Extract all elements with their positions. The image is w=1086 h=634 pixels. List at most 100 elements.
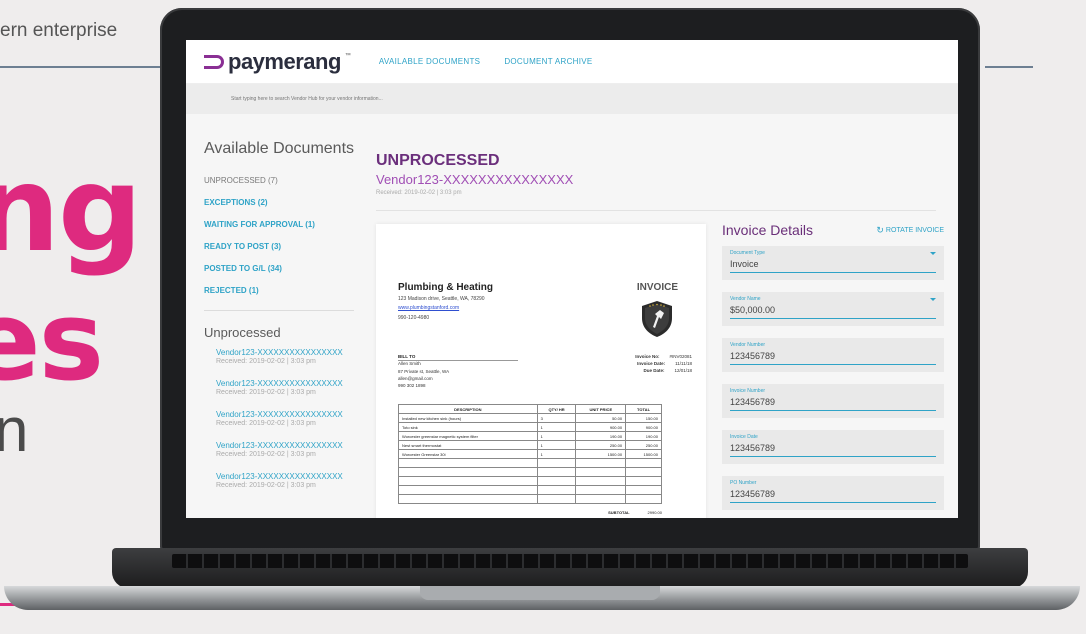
table-cell: 50.00 [575,413,627,423]
sidebar-item-exceptions[interactable]: EXCEPTIONS (2) [204,192,354,214]
meta-label: Due Date: [643,368,665,373]
table-cell: 900.00 [625,422,662,432]
top-nav: AVAILABLE DOCUMENTS DOCUMENT ARCHIVE [379,57,593,66]
vendor-name: Vendor123-XXXXXXXXXXXXXXXX [216,441,343,450]
meta-value: #INV02081 [669,354,692,359]
page-title: UNPROCESSED [376,152,500,169]
field-label: Vendor Number [730,342,766,348]
invoice-company-phone: 990-120-4980 [398,315,430,321]
paymerang-logo-icon [204,54,224,69]
table-row-empty [398,476,662,486]
field-value: 123456789 [730,443,936,457]
document-type-select[interactable]: Document Type Invoice [722,246,944,280]
vendor-name: Vendor123-XXXXXXXXXXXXXXXX [216,379,343,388]
sidebar-item-unprocessed[interactable]: UNPROCESSED (7) [204,170,354,192]
background-headline-line1: ng [0,140,142,278]
invoice-date-field[interactable]: Invoice Date 123456789 [722,430,944,464]
table-cell: 1 [536,449,577,459]
nav-document-archive[interactable]: DOCUMENT ARCHIVE [504,57,592,66]
laptop-screen: paymerang ™ AVAILABLE DOCUMENTS DOCUMENT… [186,40,958,518]
table-cell: Worcester Greenstar 30i [398,449,538,459]
nav-available-documents[interactable]: AVAILABLE DOCUMENTS [379,57,480,66]
list-item[interactable]: Vendor123-XXXXXXXXXXXXXXXX Received: 201… [216,348,354,365]
vendor-name: Vendor123-XXXXXXXXXXXXXXXX [216,410,343,419]
table-cell: Installed new kitchen sink (hours) [398,413,538,423]
table-cell: 3 [536,413,577,423]
table-row: Installed new kitchen sink (hours) 3 50.… [398,413,662,423]
table-cell: 1 [536,440,577,450]
sidebar-item-rejected[interactable]: REJECTED (1) [204,280,354,302]
invoice-details-title: Invoice Details [722,222,814,238]
sidebar-item-ready-to-post[interactable]: READY TO POST (3) [204,236,354,258]
column-header: UNIT PRICE [575,404,627,414]
logo-text: paymerang [228,48,341,74]
field-value: $50,000.00 [730,305,936,319]
table-row-empty [398,494,662,504]
subtotal-label: SUBTOTAL [608,510,630,515]
table-row-empty [398,485,662,495]
chevron-down-icon [930,298,936,301]
vendor-search-input[interactable] [231,96,631,102]
invoice-company-website: www.plumbingstanford.com [398,305,460,311]
invoice-number-field[interactable]: Invoice Number 123456789 [722,384,944,418]
field-label: PO Number [730,480,757,486]
document-header: UNPROCESSED Vendor123-XXXXXXXXXXXXXXX Re… [376,152,573,196]
background-tagline: ern enterprise [0,20,118,41]
header-divider [376,210,936,211]
document-received-date: Received: 2019-02-02 | 3:03 pm [376,190,462,196]
paymerang-logo[interactable]: paymerang ™ [204,49,351,75]
field-label: Invoice Number [730,388,766,394]
vendor-name: Vendor123-XXXXXXXXXXXXXXXX [216,472,343,481]
vendor-received-date: Received: 2019-02-02 | 3:03 pm [216,420,316,427]
table-cell: 1 [536,422,577,432]
invoice-number-row: Invoice No: #INV02081 [635,354,692,359]
list-item[interactable]: Vendor123-XXXXXXXXXXXXXXXX Received: 201… [216,379,354,396]
table-cell: 190.00 [625,431,662,441]
vendor-received-date: Received: 2019-02-02 | 3:03 pm [216,451,316,458]
rotate-icon: ↻ [876,224,884,235]
list-item[interactable]: Vendor123-XXXXXXXXXXXXXXXX Received: 201… [216,410,354,427]
keyboard-keys [172,554,968,568]
due-date-row: Due Date: 12/01/18 [643,368,692,373]
invoice-company-address: 123 Madison drive, Seattle, WA, 78290 [398,296,485,302]
list-item[interactable]: Vendor123-XXXXXXXXXXXXXXXX Received: 201… [216,441,354,458]
table-cell: Nest smart thermostat [398,440,538,450]
po-number-field[interactable]: PO Number 123456789 [722,476,944,510]
meta-value: 12/01/18 [674,368,692,373]
table-header-row: DESCRIPTION QTY/ HR UNIT PRICE TOTAL [398,404,662,414]
vendor-received-date: Received: 2019-02-02 | 3:03 pm [216,389,316,396]
bill-to-address: 87 Private st, Seattle, WA [398,369,450,374]
list-item[interactable]: Vendor123-XXXXXXXXXXXXXXXX Received: 201… [216,472,354,489]
table-cell: 250.00 [625,440,662,450]
bill-to-phone: 990 302 1898 [398,383,426,388]
invoice-subtotal: SUBTOTAL 2990.00 [398,510,662,515]
invoice-line-items-table: DESCRIPTION QTY/ HR UNIT PRICE TOTAL Ins… [398,404,662,504]
subtotal-value: 2990.00 [647,510,662,515]
table-cell: Worcester greenstar magnetic system filt… [398,431,538,441]
table-cell: 1500.00 [625,449,662,459]
sidebar-item-waiting-for-approval[interactable]: WAITING FOR APPROVAL (1) [204,214,354,236]
content-area: Available Documents UNPROCESSED (7) EXCE… [186,114,958,518]
invoice-preview[interactable]: Plumbing & Heating 123 Madison drive, Se… [376,224,706,518]
laptop-keyboard [112,548,1028,588]
table-row-empty [398,467,662,477]
field-value: 123456789 [730,489,936,503]
chevron-down-icon [930,252,936,255]
rotate-invoice-label: ROTATE INVOICE [885,226,944,234]
field-label: Document Type [730,250,765,256]
field-value: 123456789 [730,397,936,411]
meta-label: Invoice No: [635,354,660,359]
table-row: Worcester greenstar magnetic system filt… [398,431,662,441]
sidebar-item-posted-to-gl[interactable]: POSTED TO G/L (34) [204,258,354,280]
table-row: Nest smart thermostat 1 250.00 250.00 [398,440,662,450]
sidebar-title: Available Documents [204,140,355,157]
logo-trademark: ™ [344,52,351,59]
vendor-number-field[interactable]: Vendor Number 123456789 [722,338,944,372]
vendor-name-select[interactable]: Vendor Name $50,000.00 [722,292,944,326]
rotate-invoice-button[interactable]: ↻ ROTATE INVOICE [876,225,944,236]
bill-to-name: Allen Smith [398,361,421,366]
vendor-received-date: Received: 2019-02-02 | 3:03 pm [216,482,316,489]
vendor-name: Vendor123-XXXXXXXXXXXXXXXX [216,348,343,357]
field-value: Invoice [730,259,936,273]
table-row: Toto sink 1 900.00 900.00 [398,422,662,432]
